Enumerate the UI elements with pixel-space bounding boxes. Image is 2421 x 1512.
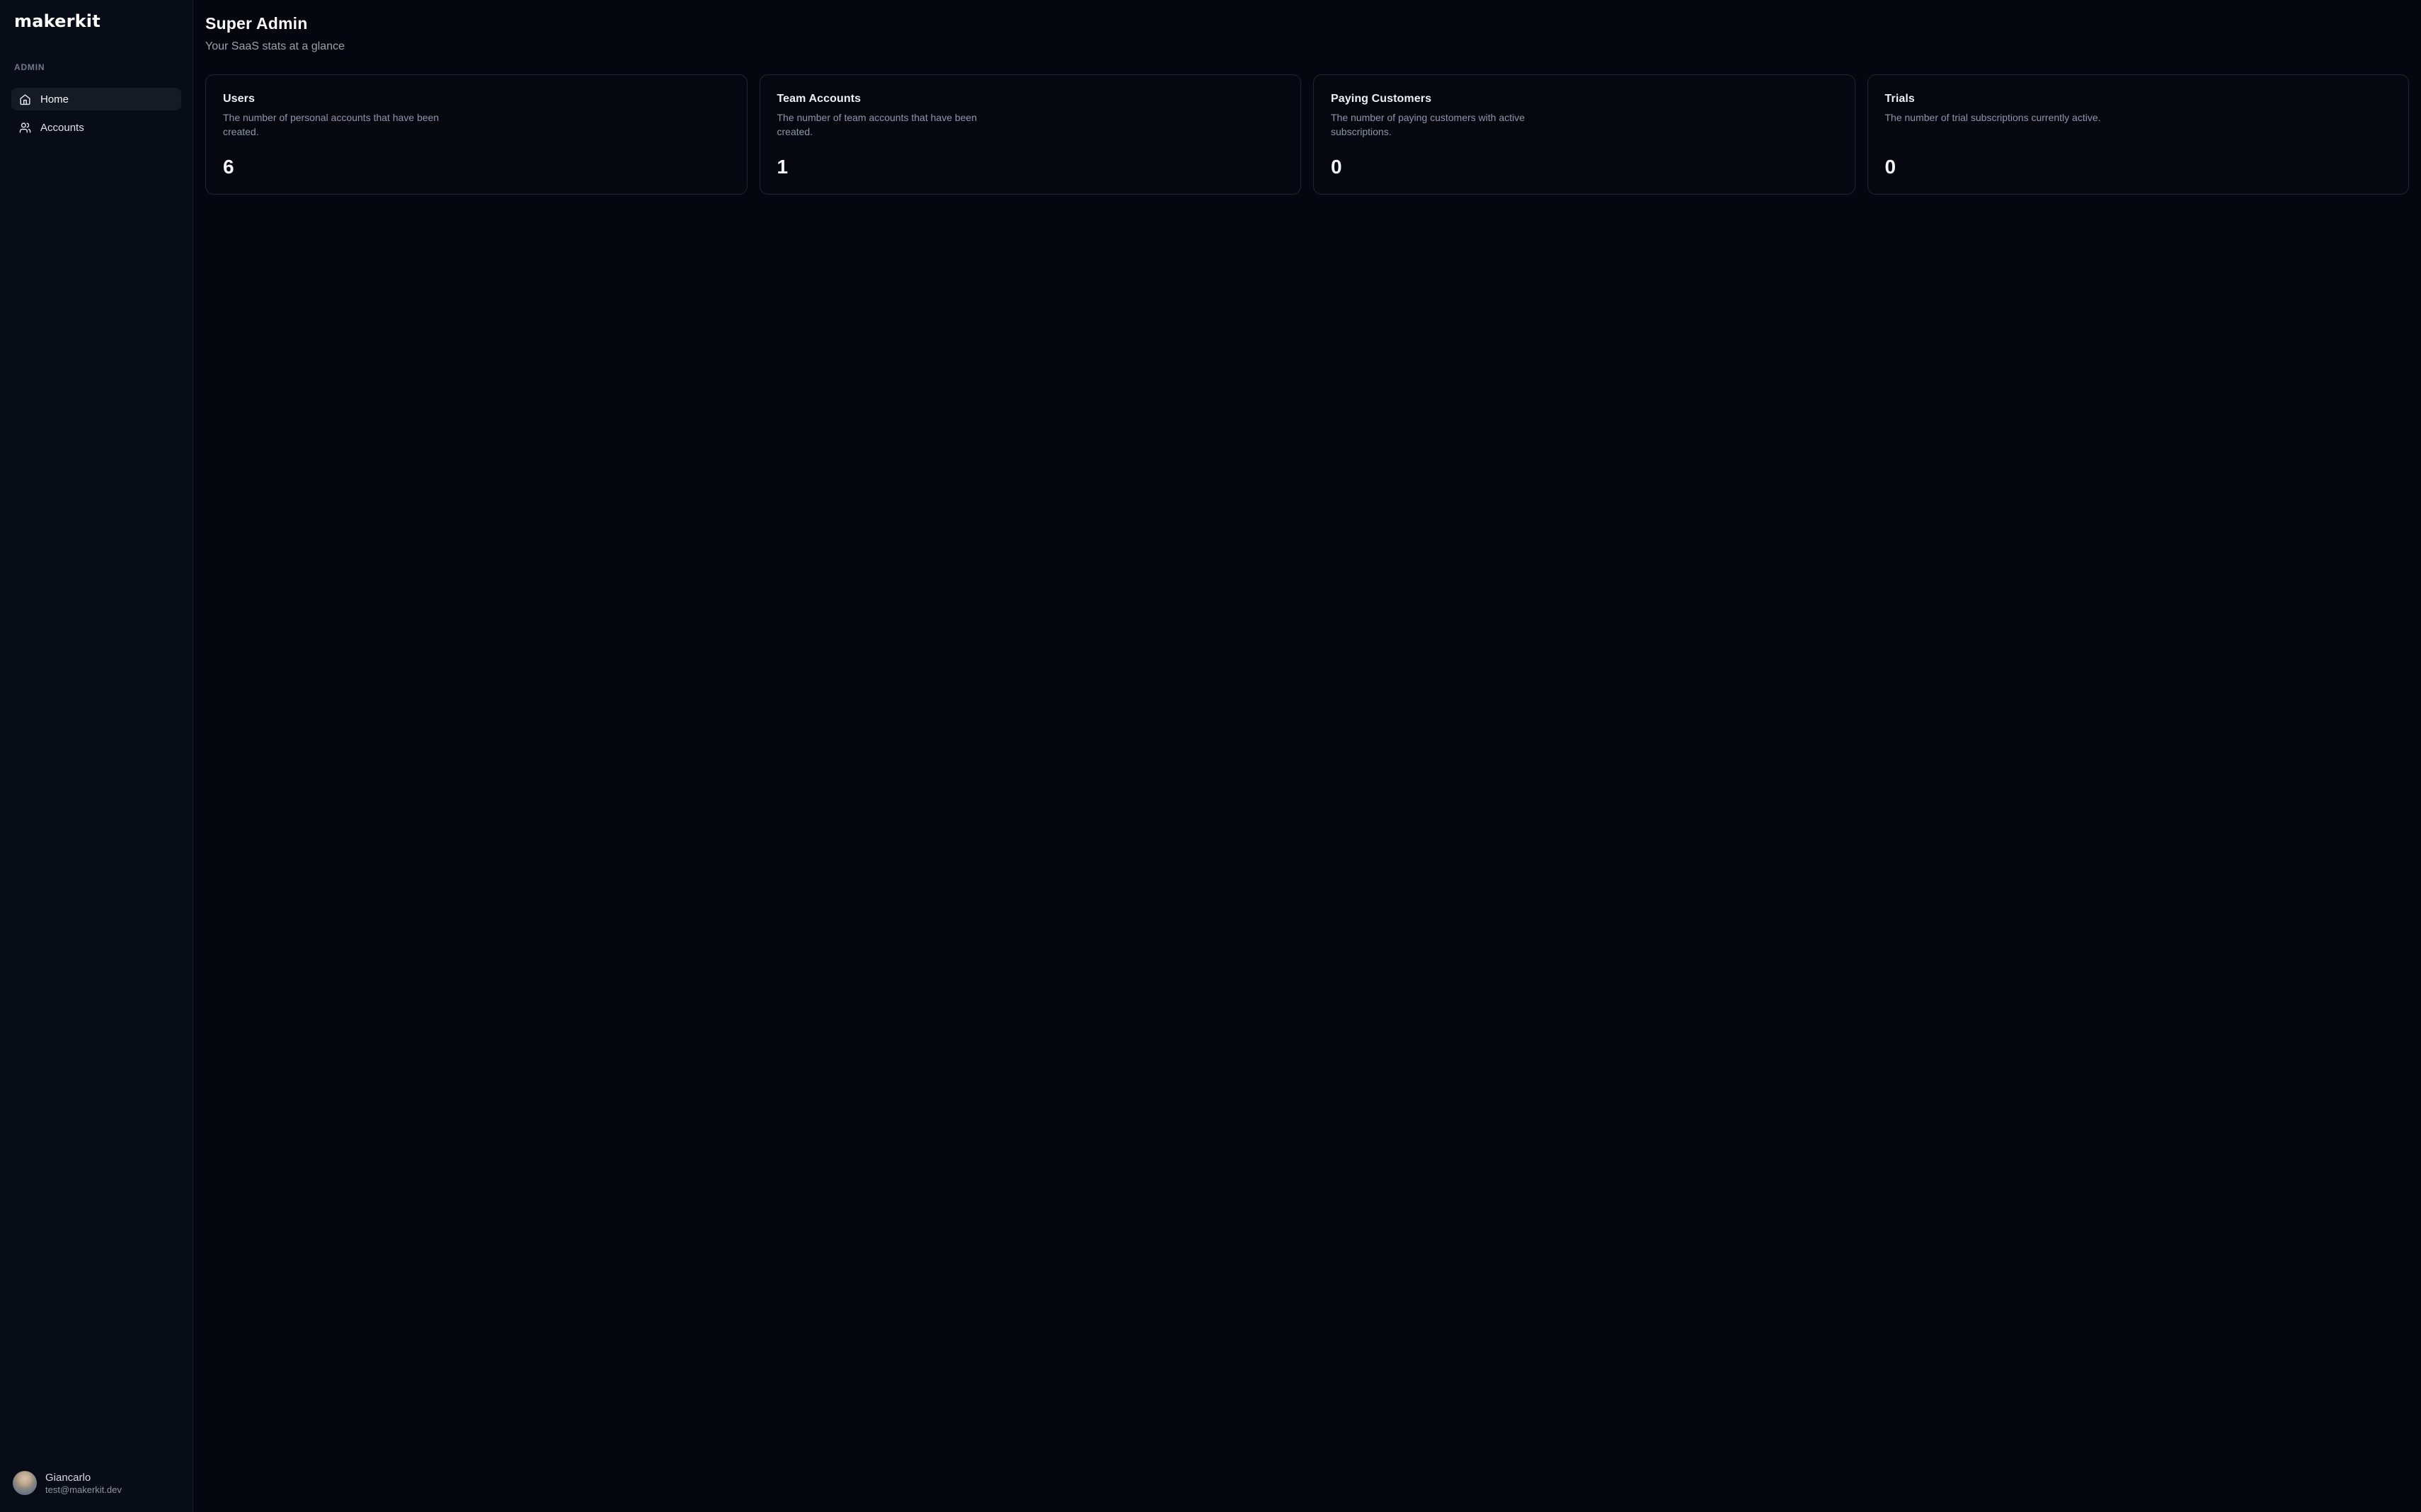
home-icon bbox=[19, 93, 31, 105]
user-email: test@makerkit.dev bbox=[45, 1485, 122, 1494]
user-menu[interactable]: Giancarlo test@makerkit.dev bbox=[11, 1468, 181, 1498]
stat-card-value: 0 bbox=[1331, 142, 1838, 177]
stat-card-trials: Trials The number of trial subscriptions… bbox=[1867, 74, 2410, 195]
stat-card-paying-customers: Paying Customers The number of paying cu… bbox=[1313, 74, 1855, 195]
sidebar-spacer bbox=[11, 139, 181, 1468]
sidebar-item-label: Accounts bbox=[40, 122, 84, 134]
user-meta: Giancarlo test@makerkit.dev bbox=[45, 1472, 122, 1494]
app-logo: makerkit bbox=[11, 10, 181, 33]
stat-card-description: The number of paying customers with acti… bbox=[1331, 111, 1564, 139]
sidebar-item-home[interactable]: Home bbox=[11, 88, 181, 110]
stat-card-title: Paying Customers bbox=[1331, 93, 1838, 105]
stat-card-title: Trials bbox=[1885, 93, 2392, 105]
stats-cards: Users The number of personal accounts th… bbox=[205, 74, 2409, 195]
sidebar: makerkit ADMIN Home Accounts Giancarlo t… bbox=[0, 0, 193, 1512]
stat-card-description: The number of trial subscriptions curren… bbox=[1885, 111, 2119, 125]
sidebar-item-label: Home bbox=[40, 93, 69, 105]
sidebar-section-label: ADMIN bbox=[11, 62, 181, 72]
stat-card-users: Users The number of personal accounts th… bbox=[205, 74, 748, 195]
stat-card-title: Users bbox=[223, 93, 730, 105]
sidebar-item-accounts[interactable]: Accounts bbox=[11, 116, 181, 139]
main-content: Super Admin Your SaaS stats at a glance … bbox=[193, 0, 2421, 1512]
user-name: Giancarlo bbox=[45, 1472, 122, 1483]
page-subtitle: Your SaaS stats at a glance bbox=[205, 40, 2409, 53]
avatar bbox=[13, 1471, 37, 1495]
stat-card-team-accounts: Team Accounts The number of team account… bbox=[760, 74, 1302, 195]
users-icon bbox=[19, 122, 31, 134]
stat-card-description: The number of personal accounts that hav… bbox=[223, 111, 457, 139]
stat-card-value: 1 bbox=[777, 142, 1284, 177]
page-title: Super Admin bbox=[205, 14, 2409, 33]
stat-card-value: 6 bbox=[223, 142, 730, 177]
stat-card-description: The number of team accounts that have be… bbox=[777, 111, 1011, 139]
sidebar-nav: Home Accounts bbox=[11, 88, 181, 139]
stat-card-value: 0 bbox=[1885, 142, 2392, 177]
stat-card-title: Team Accounts bbox=[777, 93, 1284, 105]
